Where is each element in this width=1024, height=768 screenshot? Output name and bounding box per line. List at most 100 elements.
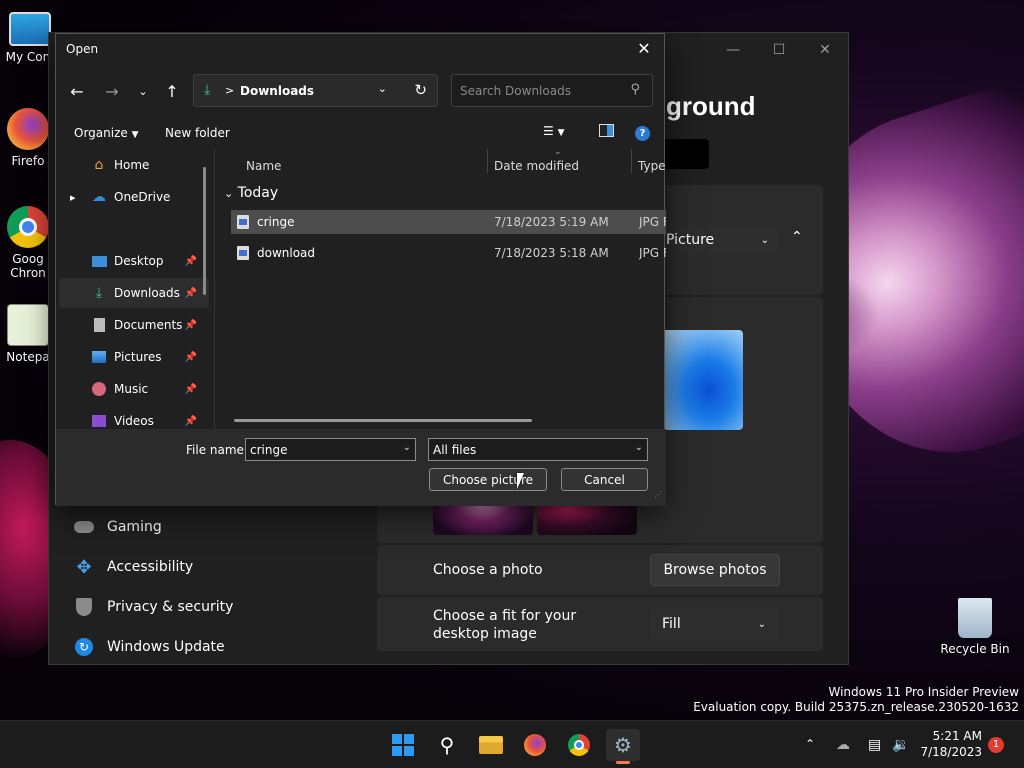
desktop-icon-notepad[interactable]: Notepa bbox=[4, 304, 52, 364]
sidebar-item-label: Downloads bbox=[114, 286, 180, 300]
group-header[interactable]: ⌄ Today bbox=[224, 185, 278, 201]
nav-item-privacy[interactable]: Privacy & security bbox=[73, 589, 233, 625]
column-header-name[interactable]: Name bbox=[246, 159, 281, 173]
cancel-button[interactable]: Cancel bbox=[561, 468, 648, 491]
pane-divider bbox=[214, 149, 215, 429]
minimize-button[interactable]: — bbox=[710, 33, 756, 67]
maximize-button[interactable]: ☐ bbox=[756, 33, 802, 67]
column-header-date[interactable]: Date modified bbox=[494, 159, 579, 173]
column-header-type[interactable]: Type bbox=[638, 159, 666, 173]
background-type-dropdown[interactable]: Picture ⌄ bbox=[654, 225, 777, 255]
volume-icon[interactable]: 🔉 bbox=[892, 737, 909, 753]
file-type-select[interactable]: All files ⌄ bbox=[428, 438, 648, 461]
network-icon[interactable]: ▤ bbox=[868, 737, 881, 753]
nav-item-gaming[interactable]: Gaming bbox=[73, 509, 162, 545]
column-divider[interactable] bbox=[631, 149, 632, 173]
recent-image-thumbnail[interactable] bbox=[433, 503, 533, 535]
file-explorer-icon[interactable] bbox=[475, 729, 507, 761]
firefox-icon[interactable] bbox=[519, 729, 551, 761]
help-icon[interactable]: ? bbox=[635, 125, 650, 141]
address-bar[interactable]: ⤓ > Downloads ⌄ ↻ bbox=[193, 74, 438, 107]
firefox-icon bbox=[7, 108, 49, 150]
file-row-download[interactable]: download 7/18/2023 5:18 AM JPG F bbox=[231, 241, 666, 265]
settings-icon[interactable]: ⚙ bbox=[606, 729, 640, 764]
watermark-line: Evaluation copy. Build 25375.zn_release.… bbox=[693, 700, 1019, 714]
sidebar-item-label: Pictures bbox=[114, 350, 162, 364]
sidebar-item-home[interactable]: ⌂ Home bbox=[59, 150, 209, 180]
choose-photo-label: Choose a photo bbox=[433, 562, 543, 578]
chevron-up-icon[interactable]: ⌃ bbox=[791, 229, 803, 245]
chevron-down-icon: ⌄ bbox=[760, 234, 769, 246]
desktop-icon-firefox[interactable]: Firefo bbox=[4, 108, 52, 168]
desktop-icon-label: Recycle Bin bbox=[940, 642, 1010, 656]
sidebar-scrollbar[interactable] bbox=[203, 167, 206, 295]
sidebar-item-downloads[interactable]: ⤓ Downloads 📌 bbox=[59, 278, 209, 308]
choose-picture-button[interactable]: Choose picture bbox=[429, 468, 547, 491]
resize-grip-icon[interactable]: ⋰ bbox=[654, 490, 662, 499]
sidebar-item-pictures[interactable]: Pictures 📌 bbox=[59, 342, 209, 372]
file-date: 7/18/2023 5:18 AM bbox=[494, 246, 609, 260]
desktop-icon-recycle-bin[interactable]: Recycle Bin bbox=[940, 598, 1010, 656]
mouse-cursor bbox=[517, 473, 529, 489]
chevron-down-icon[interactable]: ⌄ bbox=[378, 82, 387, 95]
taskbar: ⚲ ⚙ ⌃ ☁ ▤ 🔉 5:21 AM 7/18/2023 1 bbox=[0, 720, 1024, 768]
up-arrow-icon[interactable]: ↑ bbox=[159, 80, 185, 102]
expand-chevron-icon[interactable]: ▸ bbox=[70, 191, 76, 204]
sidebar-item-label: Documents bbox=[114, 318, 183, 332]
notepad-icon bbox=[7, 304, 49, 346]
close-icon[interactable]: ✕ bbox=[630, 38, 658, 60]
search-input[interactable]: Search Downloads bbox=[460, 84, 571, 98]
breadcrumb[interactable]: Downloads bbox=[240, 84, 314, 98]
sidebar-item-onedrive[interactable]: ▸ ☁ OneDrive bbox=[59, 182, 209, 212]
desktop-icon-chrome[interactable]: Goog Chron bbox=[4, 206, 52, 280]
sidebar-item-music[interactable]: Music 📌 bbox=[59, 374, 209, 404]
start-icon[interactable] bbox=[387, 729, 419, 761]
sidebar-item-label: Home bbox=[114, 158, 150, 172]
new-folder-button[interactable]: New folder bbox=[165, 126, 230, 140]
chevron-down-icon: ▼ bbox=[131, 130, 139, 140]
active-app-indicator bbox=[616, 761, 630, 764]
recent-locations-icon[interactable]: ⌄ bbox=[130, 80, 156, 102]
desktop-icon-label: Goog Chron bbox=[10, 252, 46, 280]
sidebar-item-desktop[interactable]: Desktop 📌 bbox=[59, 246, 209, 276]
recent-image-thumbnail[interactable] bbox=[537, 503, 637, 535]
notification-badge[interactable]: 1 bbox=[988, 737, 1004, 753]
onedrive-icon[interactable]: ☁ bbox=[836, 737, 850, 753]
search-icon[interactable]: ⚲ bbox=[431, 729, 463, 761]
close-button[interactable]: ✕ bbox=[802, 33, 848, 67]
refresh-icon[interactable]: ↻ bbox=[414, 81, 427, 99]
nav-item-label: Windows Update bbox=[107, 639, 225, 655]
desktop-icon-label: Firefo bbox=[11, 154, 45, 168]
organize-menu[interactable]: Organize ▼ bbox=[74, 126, 139, 140]
chevron-down-icon: ⌄ bbox=[757, 618, 766, 630]
nav-item-accessibility[interactable]: ✥ Accessibility bbox=[73, 549, 193, 585]
file-row-cringe[interactable]: cringe 7/18/2023 5:19 AM JPG F bbox=[231, 210, 666, 234]
recent-image-thumbnail[interactable] bbox=[659, 330, 743, 430]
column-divider[interactable] bbox=[487, 149, 488, 173]
sidebar-item-documents[interactable]: Documents 📌 bbox=[59, 310, 209, 340]
pin-icon: 📌 bbox=[184, 287, 197, 299]
file-list: Name Date modified ⌄ Type ⌄ Today cringe… bbox=[221, 147, 666, 429]
file-date: 7/18/2023 5:19 AM bbox=[494, 215, 609, 229]
preview-pane-icon[interactable] bbox=[599, 124, 614, 140]
file-name-value: cringe bbox=[250, 442, 288, 457]
desktop-folder-icon bbox=[91, 253, 107, 269]
file-type: JPG F bbox=[639, 246, 666, 260]
browse-photos-button[interactable]: Browse photos bbox=[650, 554, 780, 586]
fit-dropdown[interactable]: Fill ⌄ bbox=[650, 608, 778, 640]
clock-time: 5:21 AM bbox=[932, 729, 982, 743]
show-hidden-icons-icon[interactable]: ⌃ bbox=[805, 737, 815, 751]
shield-icon bbox=[73, 596, 95, 618]
collapse-chevron-icon: ⌄ bbox=[224, 187, 234, 200]
back-arrow-icon[interactable]: ← bbox=[64, 80, 90, 102]
file-name: cringe bbox=[257, 215, 295, 229]
chrome-icon[interactable] bbox=[563, 729, 595, 761]
view-options-icon[interactable]: ☰ ▼ bbox=[543, 124, 565, 138]
chevron-down-icon[interactable]: ⌄ bbox=[403, 442, 411, 453]
clock[interactable]: 5:21 AM 7/18/2023 bbox=[920, 728, 982, 760]
nav-item-windows-update[interactable]: ↻ Windows Update bbox=[73, 629, 225, 665]
horizontal-scrollbar[interactable] bbox=[234, 419, 532, 422]
search-field[interactable]: Search Downloads ⚲ bbox=[451, 74, 653, 107]
forward-arrow-icon[interactable]: → bbox=[99, 80, 125, 102]
file-name-input[interactable]: cringe ⌄ bbox=[245, 438, 416, 461]
